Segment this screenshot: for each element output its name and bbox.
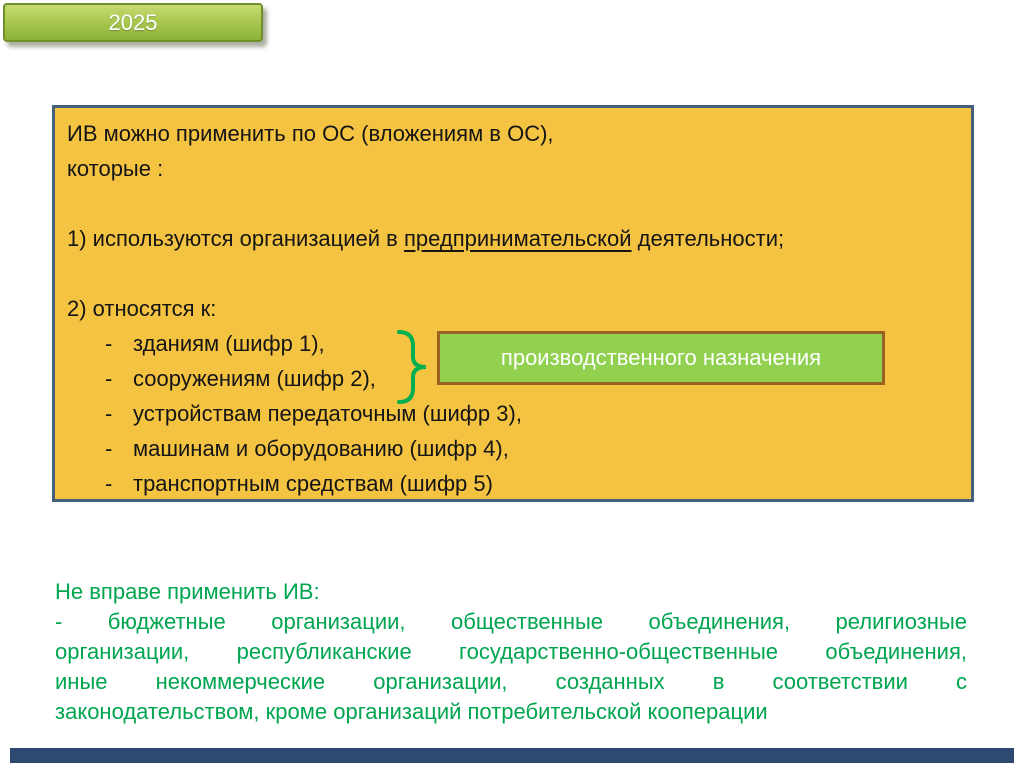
list-item-label: машинам и оборудованию (шифр 4), (133, 436, 509, 461)
list-item: - машинам и оборудованию (шифр 4), (67, 431, 961, 466)
dash-bullet: - (105, 401, 113, 426)
point-1-suffix: деятельности; (631, 226, 785, 251)
restriction-heading: Не вправе применить ИВ: (55, 579, 320, 604)
intro-line-2: которые : (67, 156, 164, 181)
callout-label: производственного назначения (500, 345, 822, 370)
restriction-line: организации, республиканские государстве… (55, 639, 967, 664)
dash-bullet: - (105, 471, 113, 496)
point-2: 2) относятся к: (67, 296, 217, 321)
footer-bar (10, 748, 1014, 763)
brace-path (397, 330, 427, 404)
point-1: 1) используются организацией в предприни… (67, 221, 961, 256)
year-badge-label: 2025 (108, 9, 158, 35)
dash-bullet: - (105, 436, 113, 461)
point-1-underlined: предпринимательской (403, 226, 632, 251)
list-item-label: транспортным средствам (шифр 5) (133, 471, 493, 496)
dash-bullet: - (105, 331, 113, 356)
point-1-prefix: 1) используются организацией в (67, 226, 404, 251)
restriction-line: - бюджетные организации, общественные об… (55, 609, 967, 634)
intro-line-1: ИВ можно применить по ОС (вложениям в ОС… (67, 121, 554, 146)
brace-icon (397, 330, 427, 404)
main-rule-box: ИВ можно применить по ОС (вложениям в ОС… (52, 105, 974, 502)
list-item-label: зданиям (шифр 1), (133, 331, 325, 356)
list-item: - устройствам передаточным (шифр 3), (67, 396, 961, 431)
list-item-label: сооружениям (шифр 2), (133, 366, 376, 391)
restriction-last-line: законодательством, кроме организаций пот… (55, 699, 768, 724)
list-item-label: устройствам передаточным (шифр 3), (133, 401, 522, 426)
year-badge: 2025 (3, 3, 263, 42)
callout-box: производственного назначения (437, 331, 885, 385)
list-item: - транспортным средствам (шифр 5) (67, 466, 961, 501)
restriction-block: Не вправе применить ИВ: - бюджетные орга… (55, 577, 967, 727)
restriction-line: иные некоммерческие организации, созданн… (55, 669, 967, 694)
dash-bullet: - (105, 366, 113, 391)
